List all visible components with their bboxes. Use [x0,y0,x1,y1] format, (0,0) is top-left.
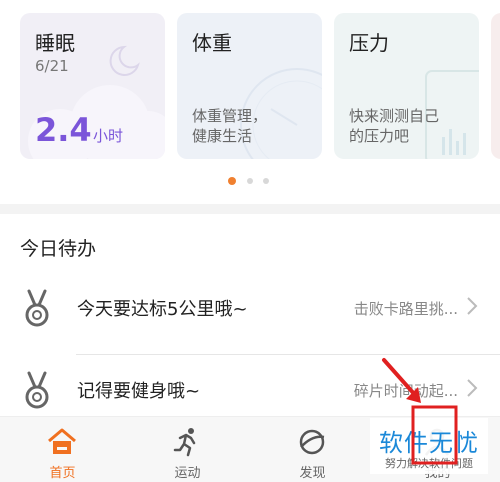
weight-card-desc: 体重管理， 健康生活 [192,107,268,145]
tab-home-label: 首页 [49,466,76,481]
stress-card-desc: 快来测测自己 的压力吧 [349,107,440,145]
discover-icon [299,429,325,455]
tab-exercise[interactable]: 运动 [125,417,250,482]
stress-card[interactable]: 压力 快来测测自己 的压力吧 [334,13,479,159]
medal-icon [25,289,49,327]
watermark-title: 软件无忧 [379,429,479,457]
tab-discover[interactable]: 发现 [250,417,375,482]
sleep-card-title: 睡眠 [35,31,75,55]
chevron-right-icon [467,379,478,397]
home-icon [48,428,76,454]
sleep-card[interactable]: 睡眠 6/21 2.4 小时 [20,13,165,159]
section-divider [0,204,500,214]
running-icon [173,428,196,457]
pager-dot[interactable] [263,178,269,184]
next-card-peek[interactable] [491,13,500,159]
pager-dot[interactable] [247,178,253,184]
sleep-card-date: 6/21 [35,57,69,75]
sleep-hours-unit: 小时 [93,127,124,145]
sleep-hours-value: 2.4 [35,111,92,149]
pager-dot-active[interactable] [228,177,236,185]
watermark: 软件无忧 努力解决软件问题 [370,418,488,474]
medal-icon [25,371,49,409]
todo-item-title: 今天要达标5公里哦~ [77,299,248,320]
stress-card-title: 压力 [349,31,389,55]
todo-item-hint: 碎片时间动起... [353,382,458,400]
chevron-right-icon [467,297,478,315]
todo-item[interactable]: 记得要健身哦~ 碎片时间动起... [0,362,500,418]
tab-discover-label: 发现 [299,466,326,481]
health-cards-carousel: 睡眠 6/21 2.4 小时 体重 体重管理， 健康生活 压力 快来测测自己 的… [0,0,500,204]
todo-item-title: 记得要健身哦~ [77,381,201,402]
weight-card[interactable]: 体重 体重管理， 健康生活 [177,13,322,159]
carousel-pager [0,177,500,186]
row-divider [76,354,500,355]
todo-heading: 今日待办 [20,238,97,260]
weight-card-title: 体重 [192,31,232,55]
todo-item[interactable]: 今天要达标5公里哦~ 击败卡路里挑... [0,280,500,336]
todo-item-hint: 击败卡路里挑... [353,300,458,318]
tab-home[interactable]: 首页 [0,417,125,482]
tab-exercise-label: 运动 [174,466,201,481]
watermark-subtitle: 努力解决软件问题 [385,457,473,470]
